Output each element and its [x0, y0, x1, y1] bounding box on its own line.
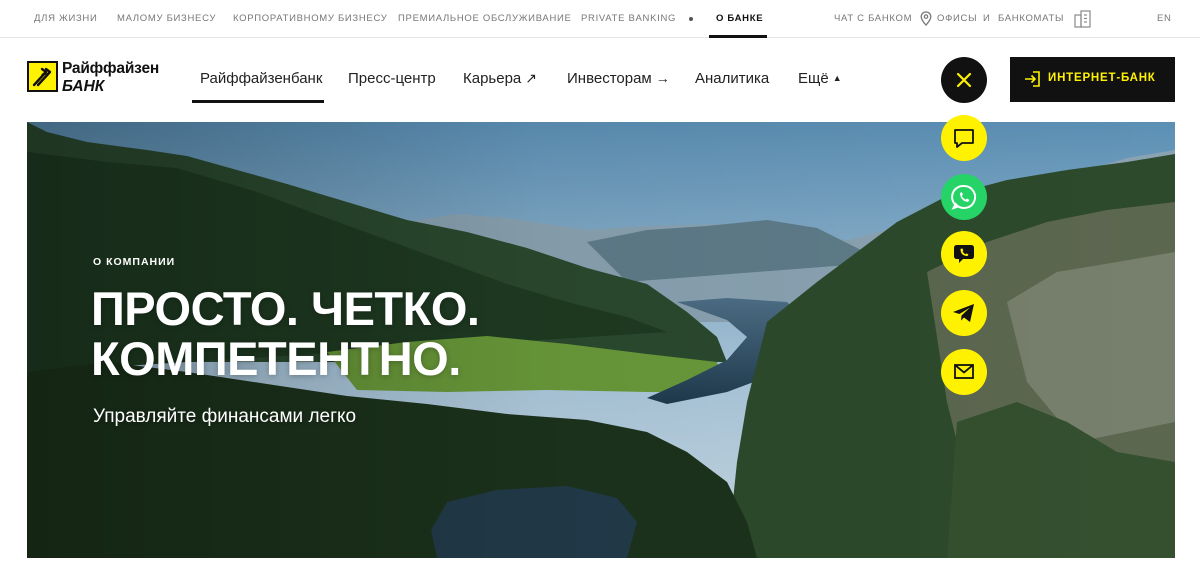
internet-bank-label: ИНТЕРНЕТ-БАНК	[1048, 72, 1156, 84]
internet-bank-button[interactable]: ИНТЕРНЕТ-БАНК	[1010, 57, 1175, 102]
nav-item-analytics[interactable]: Аналитика	[695, 70, 769, 87]
segment-small-business[interactable]: Малому бизнесу	[117, 0, 216, 38]
logo-name-text: Райффайзен	[62, 60, 160, 77]
hero-subtitle: Управляйте финансами легко	[93, 406, 357, 427]
separator-dot	[689, 17, 693, 21]
chat-with-bank-link[interactable]: Чат с банком	[834, 0, 912, 38]
nav-label: Пресс-центр	[348, 70, 436, 87]
viber-button[interactable]	[941, 231, 987, 277]
hero-title: ПРОСТО. ЧЕТКО. КОМПЕТЕНТНО.	[91, 282, 480, 385]
hero-title-line1: ПРОСТО. ЧЕТКО.	[91, 282, 480, 335]
nav-active-underline	[192, 100, 324, 103]
telegram-button[interactable]	[941, 290, 987, 336]
segment-premium[interactable]: Премиальное обслуживание	[398, 0, 572, 38]
hero-kicker: О КОМПАНИИ	[93, 256, 176, 268]
external-arrow-icon: ↗	[525, 70, 537, 86]
nav-label: Ещё	[798, 70, 829, 87]
hero-banner: О КОМПАНИИ ПРОСТО. ЧЕТКО. КОМПЕТЕНТНО. У…	[27, 122, 1175, 558]
close-icon	[956, 72, 972, 88]
segment-corporate[interactable]: Корпоративному бизнесу	[233, 0, 387, 38]
chat-button[interactable]	[941, 115, 987, 161]
nav-item-careers[interactable]: Карьера ↗	[463, 70, 537, 87]
telegram-icon	[953, 304, 974, 322]
nav-label: Аналитика	[695, 70, 770, 87]
email-button[interactable]	[941, 349, 987, 395]
logo-mark-icon	[27, 61, 58, 92]
nav-label: Карьера	[463, 70, 522, 87]
offices-link[interactable]: Офисы	[937, 0, 977, 38]
chat-icon	[954, 129, 974, 148]
nav-item-press-center[interactable]: Пресс-центр	[348, 70, 436, 87]
location-pin-icon	[920, 11, 932, 26]
segment-for-life[interactable]: Для жизни	[34, 0, 98, 38]
nav-item-more[interactable]: Ещё ▲	[798, 70, 842, 87]
segment-private-banking[interactable]: Private Banking	[581, 0, 676, 38]
top-utility-bar: Для жизни Малому бизнесу Корпоративному …	[0, 0, 1200, 38]
viber-icon	[954, 245, 974, 263]
raiffeisen-logo[interactable]: Райффайзен БАНК	[27, 60, 169, 97]
atms-link[interactable]: Банкоматы	[998, 0, 1064, 38]
nav-item-raiffeisenbank[interactable]: Райффайзенбанк	[200, 70, 322, 87]
segment-about-bank[interactable]: О банке	[716, 0, 763, 38]
logo-bank-text: БАНК	[62, 78, 105, 95]
arrow-right-icon: →	[655, 70, 670, 86]
active-segment-underline	[709, 35, 767, 38]
nav-item-investors[interactable]: Инвесторам →	[567, 70, 670, 87]
language-switch[interactable]: EN	[1157, 0, 1172, 38]
whatsapp-icon	[951, 184, 977, 210]
login-icon	[1025, 71, 1040, 87]
mail-icon	[954, 364, 974, 379]
caret-up-icon: ▲	[832, 73, 842, 83]
and-text: и	[983, 13, 991, 24]
nav-label: Райффайзенбанк	[200, 70, 323, 87]
close-contacts-button[interactable]	[941, 57, 987, 103]
nav-label: Инвесторам	[567, 70, 652, 87]
map-icon[interactable]	[1074, 10, 1091, 28]
whatsapp-button[interactable]	[941, 174, 987, 220]
hero-title-line2: КОМПЕТЕНТНО.	[91, 332, 461, 385]
